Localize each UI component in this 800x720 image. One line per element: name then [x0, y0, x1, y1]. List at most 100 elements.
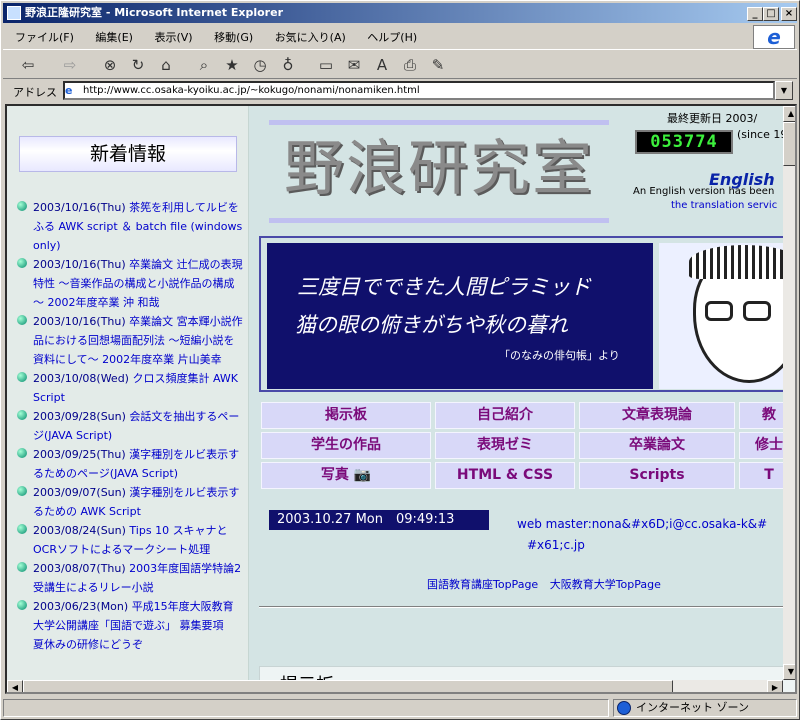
- nav-graduation-thesis[interactable]: 卒業論文: [579, 432, 735, 459]
- list-item: 2003/08/07(Thu) 2003年度国語学特論2受講生によるリレー小説: [15, 559, 243, 597]
- horizontal-scrollbar[interactable]: ◀ ▶: [7, 680, 783, 692]
- news-date: 2003/09/25(Thu): [33, 448, 126, 461]
- nav-bbs[interactable]: 掲示板: [261, 402, 431, 429]
- menu-favorites[interactable]: お気に入り(A): [269, 25, 352, 49]
- divider: [259, 606, 795, 608]
- back-icon[interactable]: ⇦: [17, 54, 39, 76]
- scroll-down-icon[interactable]: ▼: [783, 664, 795, 680]
- menu-view[interactable]: 表示(V): [148, 25, 198, 49]
- fullscreen-icon[interactable]: ▭: [315, 54, 337, 76]
- refresh-icon[interactable]: ↻: [127, 54, 149, 76]
- bullet-icon: [17, 410, 27, 420]
- bullet-icon: [17, 600, 27, 610]
- list-item: 2003/10/16(Thu) 卒業論文 宮本輝小説作品における回想場面配列法 …: [15, 312, 243, 369]
- font-icon[interactable]: A: [371, 54, 393, 76]
- nav-photos[interactable]: 写真 📷: [261, 462, 431, 489]
- nav-seminar[interactable]: 表現ゼミ: [435, 432, 575, 459]
- page-icon: [7, 6, 21, 20]
- edit-icon[interactable]: ✎: [427, 54, 449, 76]
- minimize-button[interactable]: _: [747, 7, 763, 21]
- title-bar[interactable]: 野浪正隆研究室 - Microsoft Internet Explorer _ …: [3, 3, 797, 23]
- vertical-scrollbar[interactable]: ▲ ▼: [783, 106, 795, 680]
- webmaster-line-2: #x61;c.jp: [527, 538, 585, 552]
- haiku-banner: 三度目でできた人間ピラミッド 猫の眼の俯きがちや秋の暮れ 「のなみの俳句帳」より: [259, 236, 795, 392]
- haiku-line-2: 猫の眼の俯きがちや秋の暮れ: [295, 313, 568, 337]
- access-counter: 053774: [635, 130, 733, 154]
- english-note: An English version has been: [633, 186, 775, 197]
- list-item: 2003/09/28(Sun) 会話文を抽出するページ(JAVA Script): [15, 407, 243, 445]
- news-date: 2003/10/08(Wed): [33, 372, 129, 385]
- link-kokugo-top[interactable]: 国語教育講座TopPage: [427, 578, 538, 591]
- menu-help[interactable]: ヘルプ(H): [361, 25, 423, 49]
- menu-go[interactable]: 移動(G): [208, 25, 259, 49]
- haiku-line-1: 三度目でできた人間ピラミッド: [297, 275, 591, 299]
- last-updated: 最終更新日 2003/: [667, 112, 758, 125]
- list-item: 2003/10/16(Thu) 卒業論文 辻仁成の表現特性 ～音楽作品の構成と小…: [15, 255, 243, 312]
- list-item: 2003/10/08(Wed) クロス頻度集計 AWK Script: [15, 369, 243, 407]
- title-rule-bottom: [269, 218, 609, 223]
- glasses-left: [705, 301, 733, 321]
- counter-since: (since 19: [737, 128, 788, 141]
- news-date: 2003/09/28(Sun): [33, 410, 126, 423]
- home-icon[interactable]: ⌂: [155, 54, 177, 76]
- list-item: 2003/08/24(Sun) Tips 10 スキャナとOCRソフトによるマー…: [15, 521, 243, 559]
- list-item: 2003/06/23(Mon) 平成15年度大阪教育大学公開講座「国語で遊ぶ」 …: [15, 597, 243, 654]
- news-date: 2003/06/23(Mon): [33, 600, 129, 613]
- haiku-panel: 三度目でできた人間ピラミッド 猫の眼の俯きがちや秋の暮れ 「のなみの俳句帳」より: [267, 243, 653, 389]
- ie-logo-icon: e: [753, 25, 795, 49]
- scroll-left-icon[interactable]: ◀: [7, 680, 23, 692]
- main-area: 野浪研究室 最終更新日 2003/ 053774 (since 19 Engli…: [259, 106, 795, 692]
- nav-student-works[interactable]: 学生の作品: [261, 432, 431, 459]
- top-links: 国語教育講座TopPage 大阪教育大学TopPage: [427, 576, 661, 592]
- maximize-button[interactable]: □: [763, 7, 779, 21]
- mail-icon[interactable]: ✉: [343, 54, 365, 76]
- bullet-icon: [17, 372, 27, 382]
- window-title: 野浪正隆研究室 - Microsoft Internet Explorer: [25, 6, 283, 19]
- menu-file[interactable]: ファイル(F): [9, 25, 80, 49]
- browser-window: 野浪正隆研究室 - Microsoft Internet Explorer _ …: [0, 0, 800, 720]
- stop-icon[interactable]: ⊗: [99, 54, 121, 76]
- forward-icon[interactable]: ⇨: [59, 54, 81, 76]
- news-date: 2003/10/16(Thu): [33, 201, 126, 214]
- menu-edit[interactable]: 編集(E): [89, 25, 139, 49]
- bullet-icon: [17, 201, 27, 211]
- nav-scripts[interactable]: Scripts: [579, 462, 735, 489]
- scroll-right-icon[interactable]: ▶: [767, 680, 783, 692]
- history-icon[interactable]: ◷: [249, 54, 271, 76]
- scroll-up-icon[interactable]: ▲: [783, 106, 795, 122]
- list-item: 2003/09/07(Sun) 漢字種別をルビ表示するための AWK Scrip…: [15, 483, 243, 521]
- list-item: 2003/09/25(Thu) 漢字種別をルビ表示するためのページ(JAVA S…: [15, 445, 243, 483]
- favorites-icon[interactable]: ★: [221, 54, 243, 76]
- clock-display: 2003.10.27 Mon 09:49:13: [269, 510, 489, 530]
- portrait-illustration: [659, 243, 795, 389]
- translation-service-link[interactable]: the translation servic: [671, 200, 777, 211]
- list-item: 2003/10/16(Thu) 茶筅を利用してルビをふる AWK script …: [15, 198, 243, 255]
- channels-icon[interactable]: ♁: [277, 54, 299, 76]
- zone-indicator: インターネット ゾーン: [613, 699, 797, 717]
- news-date: 2003/08/07(Thu): [33, 562, 126, 575]
- print-icon[interactable]: ⎙: [399, 54, 421, 76]
- news-heading: 新着情報: [19, 136, 237, 172]
- search-icon[interactable]: ⌕: [193, 54, 215, 76]
- webmaster-line-1: web master:nona&#x6D;i@cc.osaka-k&#: [517, 517, 768, 531]
- bullet-icon: [17, 562, 27, 572]
- link-osaka-top[interactable]: 大阪教育大学TopPage: [550, 578, 661, 591]
- vertical-scroll-thumb[interactable]: [783, 122, 795, 166]
- nav-profile[interactable]: 自己紹介: [435, 402, 575, 429]
- bullet-icon: [17, 524, 27, 534]
- address-dropdown-button[interactable]: ▼: [775, 81, 793, 100]
- bullet-icon: [17, 486, 27, 496]
- bullet-icon: [17, 448, 27, 458]
- address-input[interactable]: http://www.cc.osaka-kyoiku.ac.jp/~kokugo…: [63, 81, 775, 100]
- nav-html-css[interactable]: HTML & CSS: [435, 462, 575, 489]
- nav-writing-theory[interactable]: 文章表現論: [579, 402, 735, 429]
- address-label: アドレス: [13, 86, 57, 99]
- webmaster-email[interactable]: web master:nona&#x6D;i@cc.osaka-k&# #x61…: [517, 514, 767, 556]
- menu-bar: ファイル(F) 編集(E) 表示(V) 移動(G) お気に入り(A) ヘルプ(H…: [3, 25, 743, 47]
- close-button[interactable]: ×: [781, 7, 797, 21]
- horizontal-scroll-thumb[interactable]: [23, 680, 673, 692]
- news-list: 2003/10/16(Thu) 茶筅を利用してルビをふる AWK script …: [15, 198, 243, 654]
- page-viewport: 新着情報 2003/10/16(Thu) 茶筅を利用してルビをふる AWK sc…: [5, 104, 797, 694]
- page-icon: e: [65, 84, 73, 97]
- page-title: 野浪研究室: [284, 134, 594, 204]
